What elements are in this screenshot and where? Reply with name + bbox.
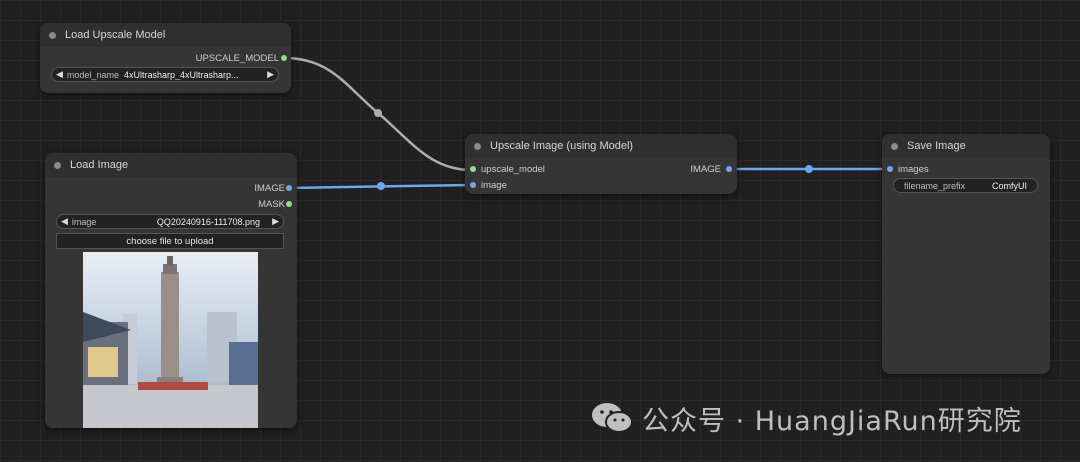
output-slot-image-label: IMAGE: [690, 164, 721, 175]
widget-label: image: [71, 216, 97, 227]
image-combo[interactable]: ◀ image QQ20240916-111708.png ▶: [56, 214, 284, 229]
save-image-node[interactable]: Save Image images filename_prefix ComfyU…: [882, 134, 1050, 374]
upscale-image-node[interactable]: Upscale Image (using Model) upscale_mode…: [465, 134, 737, 194]
image-link-midpoint[interactable]: [377, 182, 385, 190]
collapse-dot-icon[interactable]: [474, 142, 481, 150]
collapse-dot-icon[interactable]: [891, 142, 898, 150]
input-slot-image-dot-icon[interactable]: [470, 182, 476, 188]
node-header[interactable]: Load Image: [45, 153, 297, 177]
prev-arrow-icon[interactable]: ◀: [57, 216, 72, 227]
node-header[interactable]: Upscale Image (using Model): [465, 134, 737, 158]
wechat-icon: [592, 403, 633, 433]
node-title: Upscale Image (using Model): [490, 140, 634, 152]
node-title: Load Upscale Model: [65, 29, 166, 41]
input-slot-images-label: images: [898, 164, 929, 175]
upscale-model-link-midpoint[interactable]: [374, 109, 382, 117]
model-name-combo[interactable]: ◀ model_name 4xUltrasharp_4xUltrasharp..…: [51, 67, 279, 82]
widget-value: QQ20240916-111708.png: [156, 216, 261, 227]
widget-value: ComfyUI: [991, 180, 1027, 191]
output-slot-image-dot-icon[interactable]: [726, 166, 732, 172]
next-arrow-icon[interactable]: ▶: [268, 216, 283, 227]
collapse-dot-icon[interactable]: [49, 31, 56, 39]
input-slot-upscale-model-dot-icon[interactable]: [470, 166, 476, 172]
node-title: Save Image: [907, 140, 966, 152]
output-slot-image-label: IMAGE: [254, 183, 285, 194]
node-title: Load Image: [70, 159, 129, 171]
filename-prefix-field[interactable]: filename_prefix ComfyUI: [893, 178, 1038, 193]
image-preview-drawing: [83, 252, 258, 428]
output-slot-label: UPSCALE_MODEL: [195, 53, 279, 64]
output-slot-dot-icon[interactable]: [281, 55, 287, 61]
output-slot-image-dot-icon[interactable]: [286, 185, 292, 191]
watermark: 公众号 · HuangJiaRun研究院: [590, 398, 1022, 438]
prev-arrow-icon[interactable]: ◀: [52, 69, 67, 80]
load-image-node[interactable]: Load Image IMAGE MASK ◀ image QQ20240916…: [45, 153, 297, 428]
output-slot-mask-label: MASK: [258, 199, 285, 210]
image-preview: [83, 252, 258, 428]
load-upscale-model-node[interactable]: Load Upscale Model UPSCALE_MODEL ◀ model…: [40, 23, 291, 93]
widget-label: filename_prefix: [904, 180, 966, 191]
node-header[interactable]: Load Upscale Model: [40, 23, 291, 47]
input-slot-upscale-model-label: upscale_model: [481, 164, 545, 175]
watermark-text: 公众号 · HuangJiaRun研究院: [642, 405, 1022, 437]
upload-button[interactable]: choose file to upload: [56, 233, 284, 249]
input-slot-images-dot-icon[interactable]: [887, 166, 893, 172]
node-header[interactable]: Save Image: [882, 134, 1050, 158]
input-slot-image-label: image: [481, 180, 507, 191]
collapse-dot-icon[interactable]: [54, 161, 61, 169]
upscaled-image-link-midpoint[interactable]: [805, 165, 813, 173]
output-slot-mask-dot-icon[interactable]: [286, 201, 292, 207]
widget-value: 4xUltrasharp_4xUltrasharp...: [123, 69, 239, 80]
next-arrow-icon[interactable]: ▶: [263, 69, 278, 80]
widget-label: model_name: [66, 69, 119, 80]
